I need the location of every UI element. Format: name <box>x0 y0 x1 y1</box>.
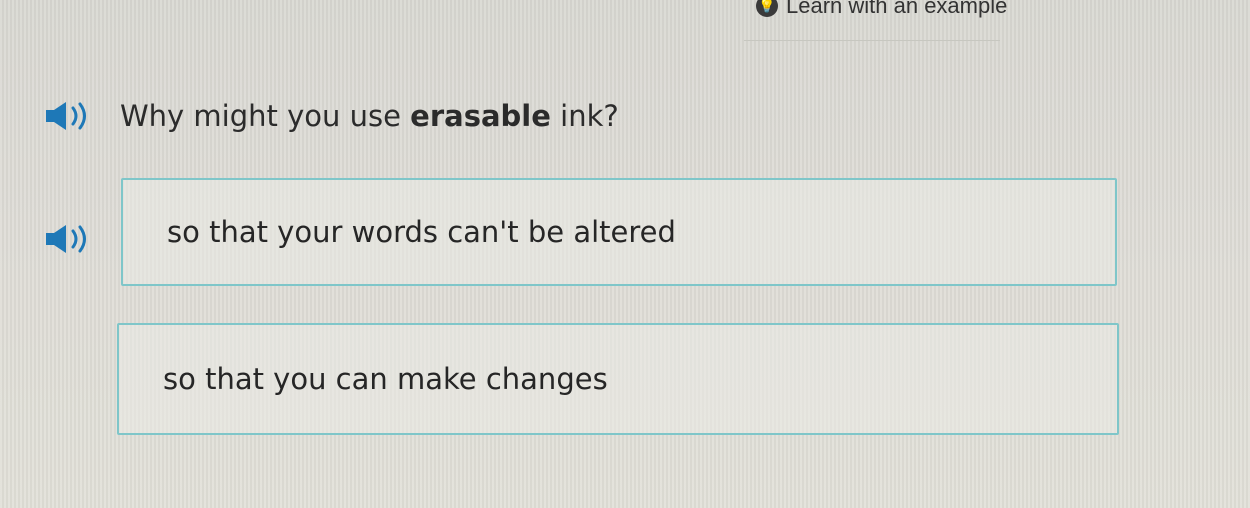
answer-option-1[interactable]: so that your words can't be altered <box>121 178 1117 286</box>
header-divider <box>744 40 1000 41</box>
lightbulb-icon: 💡 <box>756 0 778 17</box>
question-row: Why might you use erasable ink? <box>40 96 619 136</box>
answer-option-2-label: so that you can make changes <box>163 362 608 396</box>
question-suffix: ink? <box>550 99 619 133</box>
question-emphasis: erasable <box>410 99 551 133</box>
learn-with-example-label: Learn with an example <box>786 0 1008 18</box>
question-text: Why might you use erasable ink? <box>120 99 619 133</box>
answer-option-2[interactable]: so that you can make changes <box>117 323 1119 435</box>
learn-with-example-link[interactable]: 💡 Learn with an example <box>756 0 1007 19</box>
answer-option-1-label: so that your words can't be altered <box>167 215 676 249</box>
answer-1-speaker-icon[interactable] <box>40 219 100 259</box>
question-speaker-icon[interactable] <box>40 96 100 136</box>
question-prefix: Why might you use <box>120 99 411 133</box>
